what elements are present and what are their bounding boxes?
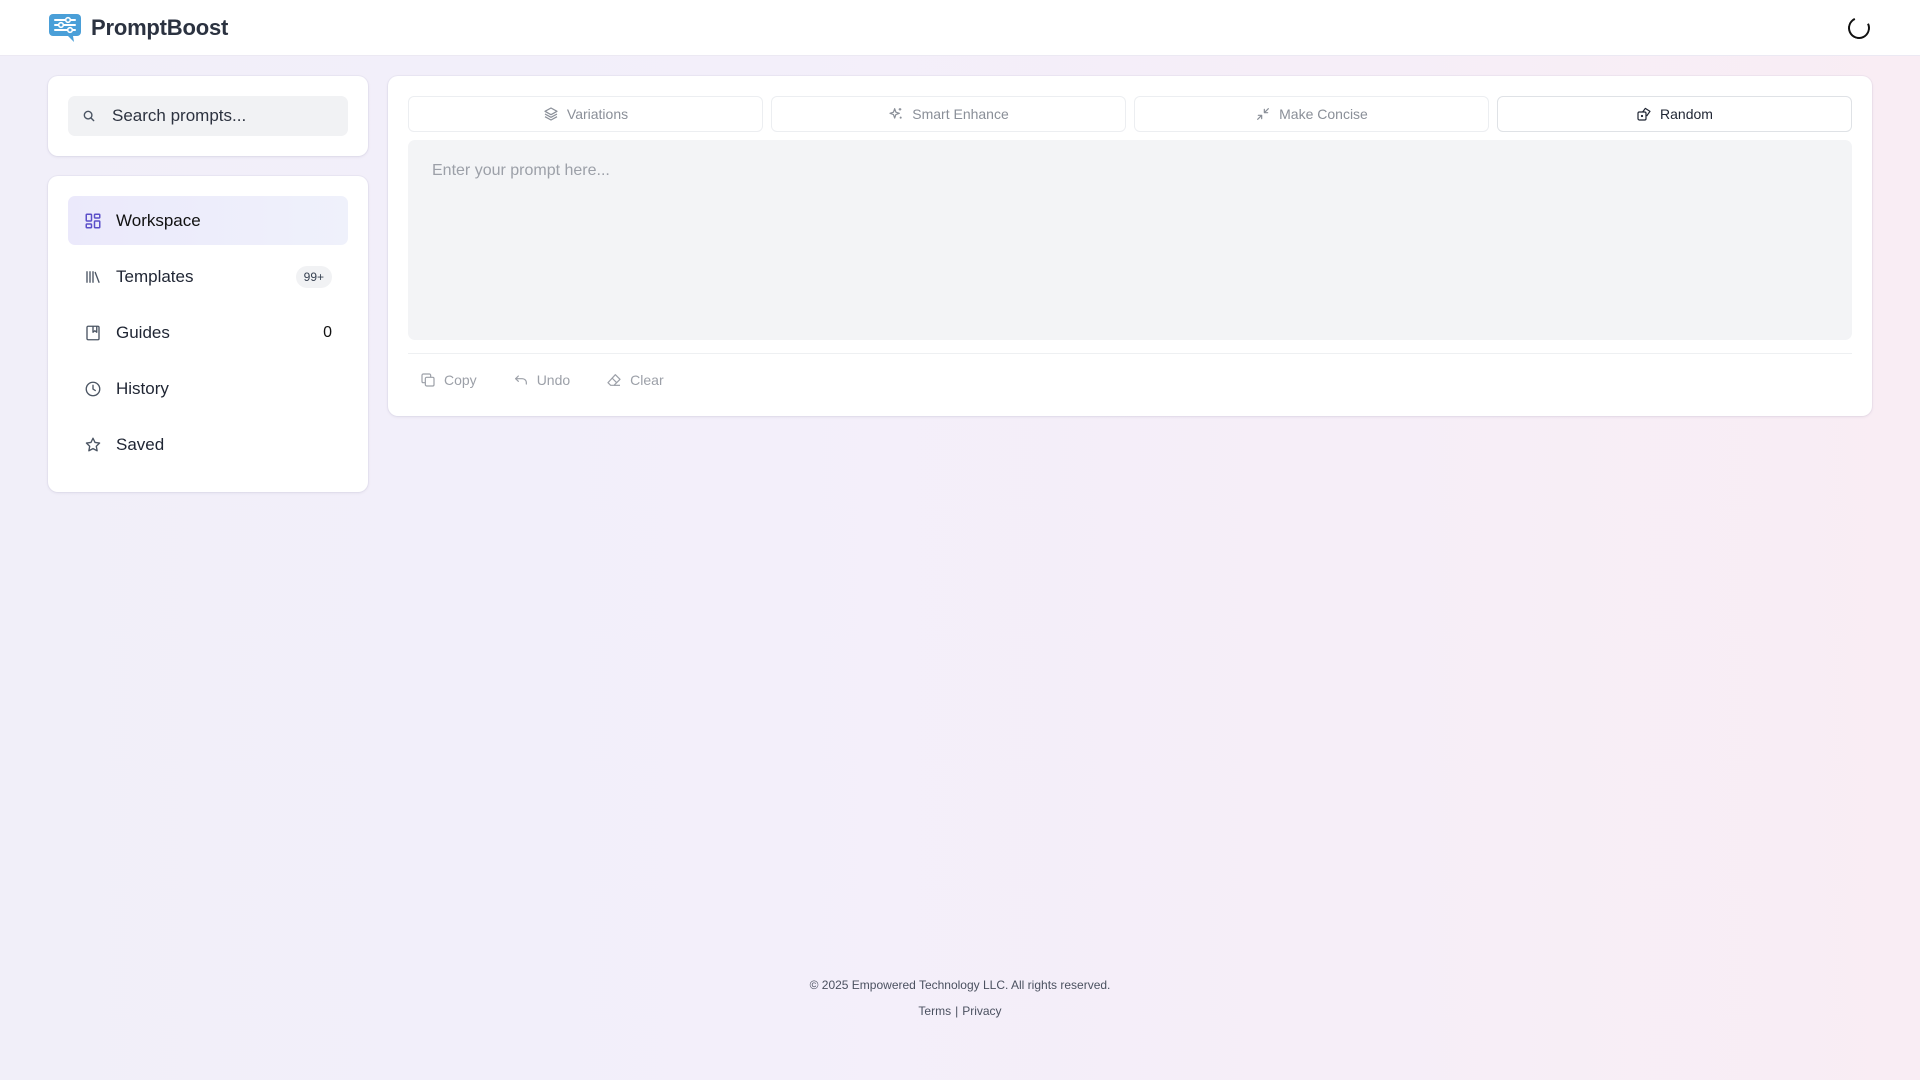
clear-button[interactable]: Clear bbox=[606, 372, 664, 388]
loading-spinner-icon bbox=[1844, 13, 1874, 42]
guides-count: 0 bbox=[323, 323, 332, 341]
variations-button[interactable]: Variations bbox=[408, 96, 763, 132]
sidebar-item-saved[interactable]: Saved bbox=[68, 420, 348, 469]
search-input[interactable] bbox=[112, 106, 322, 126]
chat-sliders-logo-icon bbox=[49, 13, 81, 42]
clear-label: Clear bbox=[630, 372, 664, 388]
clock-icon bbox=[85, 381, 101, 396]
footer-links: Terms | Privacy bbox=[0, 1004, 1920, 1018]
brand-name: PromptBoost bbox=[91, 14, 229, 40]
sparkles-icon bbox=[889, 108, 902, 119]
eraser-icon bbox=[607, 374, 621, 386]
variations-label: Variations bbox=[566, 106, 629, 122]
make-concise-label: Make Concise bbox=[1279, 106, 1368, 122]
smart-enhance-button[interactable]: Smart Enhance bbox=[771, 96, 1126, 132]
search-icon bbox=[83, 110, 95, 122]
make-concise-button[interactable]: Make Concise bbox=[1134, 96, 1489, 132]
page-footer: © 2025 Empowered Technology LLC. All rig… bbox=[0, 978, 1920, 1018]
sidebar-item-label: Saved bbox=[116, 434, 165, 454]
undo-button[interactable]: Undo bbox=[513, 372, 570, 388]
sidebar-item-label: Workspace bbox=[116, 210, 201, 230]
sidebar-item-label: Templates bbox=[116, 266, 194, 286]
top-header: PromptBoost bbox=[0, 0, 1920, 56]
copy-button[interactable]: Copy bbox=[420, 372, 477, 388]
sidebar-item-label: History bbox=[116, 378, 169, 398]
search-card bbox=[48, 76, 368, 156]
star-icon bbox=[85, 437, 101, 451]
bookmark-icon bbox=[86, 325, 100, 340]
search-box[interactable] bbox=[68, 96, 348, 136]
sidebar-item-workspace[interactable]: Workspace bbox=[68, 196, 348, 245]
smart-enhance-label: Smart Enhance bbox=[912, 106, 1009, 122]
sidebar-nav: Workspace Templates 99+ Guides 0 History… bbox=[48, 176, 368, 492]
footer-separator: | bbox=[955, 1004, 959, 1018]
random-button[interactable]: Random bbox=[1497, 96, 1852, 132]
brand[interactable]: PromptBoost bbox=[48, 13, 228, 43]
undo-label: Undo bbox=[536, 372, 571, 388]
dice-icon bbox=[1637, 107, 1651, 121]
copyright-text: © 2025 Empowered Technology LLC. All rig… bbox=[809, 978, 1111, 992]
sidebar-item-label: Guides bbox=[116, 322, 170, 342]
undo-icon bbox=[514, 375, 527, 385]
library-icon bbox=[86, 270, 100, 283]
minimize-arrows-icon bbox=[1257, 108, 1270, 120]
prompt-textarea[interactable] bbox=[408, 140, 1852, 340]
terms-link[interactable]: Terms bbox=[918, 1004, 951, 1018]
copy-label: Copy bbox=[444, 372, 477, 388]
prompt-editor-panel: Variations Smart Enhance Make Concise Ra… bbox=[388, 76, 1872, 416]
templates-count-badge: 99+ bbox=[295, 265, 332, 288]
layout-grid-icon bbox=[85, 213, 101, 228]
random-label: Random bbox=[1660, 106, 1713, 122]
editor-actions: Copy Undo Clear bbox=[408, 353, 1852, 388]
sidebar-item-templates[interactable]: Templates 99+ bbox=[68, 252, 348, 301]
sidebar-item-guides[interactable]: Guides 0 bbox=[68, 308, 348, 357]
sidebar-item-history[interactable]: History bbox=[68, 364, 348, 413]
enhance-toolbar: Variations Smart Enhance Make Concise Ra… bbox=[408, 96, 1852, 132]
copy-icon bbox=[421, 373, 435, 387]
layers-icon bbox=[544, 107, 558, 121]
privacy-link[interactable]: Privacy bbox=[962, 1004, 1001, 1018]
